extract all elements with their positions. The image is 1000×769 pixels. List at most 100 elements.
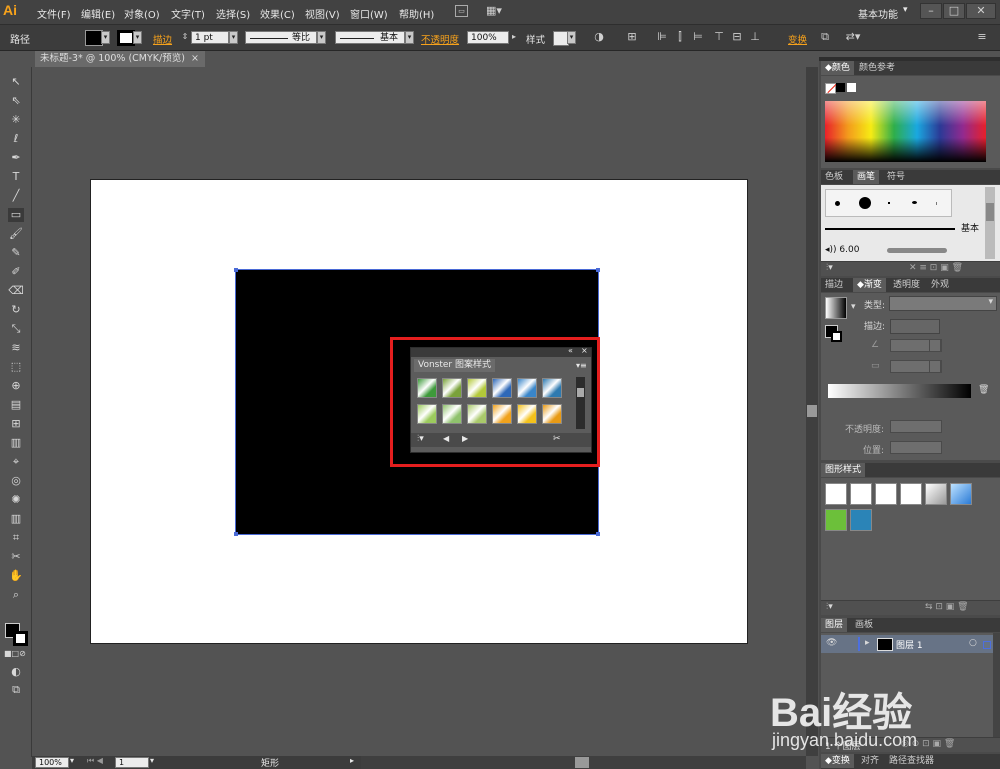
blob-brush-tool-icon[interactable]: ✐: [8, 265, 24, 279]
tab-color-guide[interactable]: 颜色参考: [855, 61, 899, 75]
gradient-tool-icon[interactable]: ▥: [8, 436, 24, 450]
paintbrush-tool-icon[interactable]: 🖌: [8, 227, 24, 241]
menu-effect[interactable]: 效果(C): [260, 6, 295, 21]
align-right-icon[interactable]: ⊨: [691, 30, 705, 44]
tab-appearance[interactable]: 外观: [927, 278, 953, 292]
bridge-icon[interactable]: ▭: [455, 5, 468, 17]
symbol-sprayer-tool-icon[interactable]: ✺: [8, 493, 24, 507]
layer-expand-icon[interactable]: ▸: [865, 638, 870, 648]
lasso-tool-icon[interactable]: ℓ: [8, 132, 24, 146]
align-top-icon[interactable]: ⊤: [712, 30, 726, 44]
close-window-icon[interactable]: ✕: [966, 3, 996, 19]
zoom-arrow-icon[interactable]: ▾: [70, 756, 74, 765]
style-shadow[interactable]: [900, 483, 922, 505]
stroke-color-box[interactable]: [13, 631, 28, 646]
graphic-style-library-icon[interactable]: ⫶▾: [826, 602, 833, 612]
brush-libraries-icon[interactable]: ⫶▾: [826, 263, 833, 273]
layer-name[interactable]: 图层 1: [896, 638, 923, 651]
color-mode-icons[interactable]: ■□⊘: [4, 647, 26, 661]
stroke-label-link[interactable]: 描边: [153, 32, 172, 46]
document-tab[interactable]: 未标题-3* @ 100% (CMYK/预览) ×: [35, 51, 205, 67]
fill-dropdown-arrow[interactable]: ▾: [101, 31, 110, 44]
menu-help[interactable]: 帮助(H): [399, 6, 434, 21]
slice-tool-icon[interactable]: ✂: [8, 550, 24, 564]
menu-select[interactable]: 选择(S): [216, 6, 250, 21]
gradient-stroke-box[interactable]: [831, 331, 842, 342]
style-none[interactable]: [850, 483, 872, 505]
tab-brushes[interactable]: 画笔: [853, 170, 880, 184]
envelope-icon[interactable]: ⇄▾: [843, 30, 863, 44]
brush-dropdown[interactable]: 基本: [335, 31, 405, 44]
style-arrow[interactable]: ▾: [567, 31, 576, 44]
style-green-pattern[interactable]: [825, 509, 847, 531]
tab-color[interactable]: ◆颜色: [821, 61, 854, 75]
gradient-slider[interactable]: [828, 384, 971, 398]
selection-handle[interactable]: [596, 268, 600, 272]
first-artboard-icon[interactable]: ⏮ ◀: [87, 756, 103, 766]
hand-tool-icon[interactable]: ✋: [8, 569, 24, 583]
horizontal-scroll-thumb[interactable]: [575, 757, 589, 768]
delete-stop-icon[interactable]: 🗑: [978, 385, 989, 395]
perspective-grid-tool-icon[interactable]: ▤: [8, 398, 24, 412]
basic-brush-stroke[interactable]: [825, 228, 955, 230]
close-document-icon[interactable]: ×: [191, 51, 199, 67]
selection-handle[interactable]: [234, 268, 238, 272]
selection-tool-icon[interactable]: ↖: [8, 75, 24, 89]
artboard-tool-icon[interactable]: ⌗: [8, 531, 24, 545]
recolor-artwork-icon[interactable]: ◑: [592, 30, 606, 44]
tab-graphic-styles[interactable]: 图形样式: [821, 463, 866, 477]
brush-tip-row[interactable]: [825, 189, 952, 217]
layer-row[interactable]: 👁 ▸ 图层 1 ○: [821, 635, 993, 653]
screen-mode-icon[interactable]: ⧉: [8, 683, 24, 697]
style-blue-glow[interactable]: [950, 483, 972, 505]
pen-tool-icon[interactable]: ✒: [8, 151, 24, 165]
menu-object[interactable]: 对象(O): [124, 6, 160, 21]
style-white[interactable]: [875, 483, 897, 505]
selection-handle[interactable]: [596, 532, 600, 536]
menu-window[interactable]: 窗口(W): [350, 6, 388, 21]
transform-link[interactable]: 变换: [788, 32, 807, 46]
tab-symbols[interactable]: 符号: [883, 170, 909, 184]
maximize-icon[interactable]: □: [943, 3, 965, 19]
gradient-position-field[interactable]: [890, 441, 942, 454]
align-middle-icon[interactable]: ⊟: [730, 30, 744, 44]
magic-wand-tool-icon[interactable]: ✳: [8, 113, 24, 127]
vertical-scrollbar[interactable]: [806, 67, 818, 756]
opacity-arrow[interactable]: ▸: [510, 30, 518, 44]
workspace-switcher[interactable]: 基本功能: [858, 6, 898, 21]
style-default[interactable]: [825, 483, 847, 505]
tab-gradient[interactable]: ◆渐变: [853, 278, 886, 292]
free-transform-tool-icon[interactable]: ⬚: [8, 360, 24, 374]
menu-view[interactable]: 视图(V): [305, 6, 340, 21]
brush-footer-icons[interactable]: ✕ ≡ ⊡ ▣ 🗑: [909, 263, 963, 273]
stroke-dropdown-arrow[interactable]: ▾: [133, 31, 142, 44]
column-graph-tool-icon[interactable]: ▥: [8, 512, 24, 526]
stroke-weight-arrow[interactable]: ▾: [229, 31, 238, 44]
brush-stroke-preview[interactable]: [887, 248, 947, 253]
line-tool-icon[interactable]: ╱: [8, 189, 24, 203]
gradient-opacity-field[interactable]: [890, 420, 942, 433]
align-bottom-icon[interactable]: ⊥: [748, 30, 762, 44]
align-left-icon[interactable]: ⊫: [655, 30, 669, 44]
rectangle-tool-icon[interactable]: ▭: [8, 208, 24, 222]
blend-tool-icon[interactable]: ◎: [8, 474, 24, 488]
profile-dropdown[interactable]: 等比: [245, 31, 317, 44]
layer-visibility-icon[interactable]: 👁: [826, 638, 837, 648]
arrange-documents-icon[interactable]: ▦▾: [486, 4, 502, 18]
rotate-tool-icon[interactable]: ↻: [8, 303, 24, 317]
opacity-label-link[interactable]: 不透明度: [421, 32, 459, 46]
isolate-icon[interactable]: ⧉: [818, 30, 832, 44]
artboard-number-field[interactable]: 1: [115, 757, 149, 768]
graphic-style-footer-icons[interactable]: ⇆ ⊡ ▣ 🗑: [925, 602, 969, 612]
status-menu-icon[interactable]: ▸: [350, 756, 354, 765]
tab-stroke[interactable]: 描边: [821, 278, 847, 292]
gradient-aspect-arrow[interactable]: [929, 360, 941, 373]
control-menu-icon[interactable]: ≡: [975, 30, 989, 44]
type-tool-icon[interactable]: T: [8, 170, 24, 184]
align-to-icon[interactable]: ⊞: [625, 30, 639, 44]
tab-artboards[interactable]: 画板: [851, 618, 877, 632]
style-bevel[interactable]: [925, 483, 947, 505]
workspace-chevron-icon[interactable]: ▾: [903, 5, 908, 15]
tab-swatches[interactable]: 色板: [821, 170, 847, 184]
warp-tool-icon[interactable]: ≋: [8, 341, 24, 355]
